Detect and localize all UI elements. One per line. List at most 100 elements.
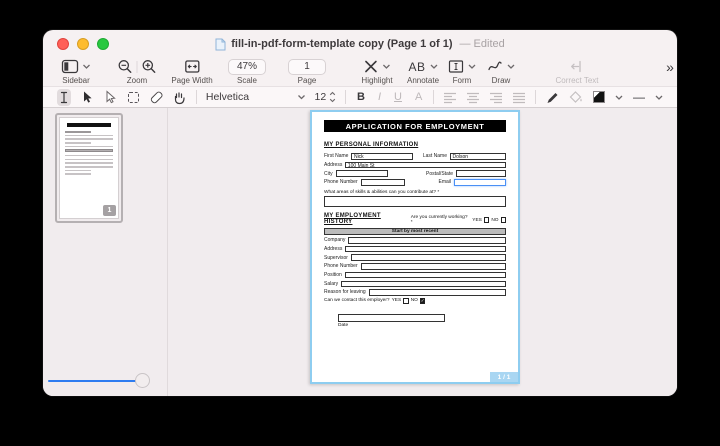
employment-row: Reason for leaving bbox=[324, 289, 506, 296]
employment-row: Salary bbox=[324, 281, 506, 288]
skills-question: What areas of skills & abilities can you… bbox=[324, 190, 506, 195]
toolbar-group-highlight: Highlight bbox=[361, 58, 392, 85]
window-title: fill-in-pdf-form-template copy (Page 1 o… bbox=[231, 38, 452, 50]
emp-phone-label: Phone Number bbox=[324, 263, 358, 269]
address-field[interactable]: 100 Main St bbox=[345, 162, 506, 169]
color-swatch[interactable] bbox=[592, 89, 606, 106]
contact-question: Can we contact this employer? bbox=[324, 298, 390, 303]
annotate-icon[interactable]: AB bbox=[408, 60, 425, 74]
chevron-down-icon[interactable] bbox=[430, 64, 438, 69]
slider-track[interactable] bbox=[48, 380, 138, 383]
page-thumbnail[interactable]: 1 bbox=[55, 113, 123, 223]
bold-button[interactable]: B bbox=[355, 91, 367, 103]
italic-button[interactable]: I bbox=[376, 91, 383, 103]
align-center-icon[interactable] bbox=[466, 89, 480, 106]
working-no-checkbox[interactable] bbox=[501, 217, 506, 223]
sidebar-button[interactable] bbox=[62, 59, 79, 74]
page-number-field[interactable]: 1 bbox=[288, 59, 326, 75]
toolbar-overflow: » bbox=[666, 59, 674, 75]
correct-text-label: Correct Text bbox=[556, 76, 599, 85]
thumbnail-sidebar: 1 bbox=[43, 108, 168, 396]
chevron-down-icon[interactable] bbox=[507, 64, 515, 69]
close-button[interactable] bbox=[57, 38, 69, 50]
employment-table-banner: Start by most recent bbox=[324, 228, 506, 235]
chevron-down-icon[interactable] bbox=[468, 64, 476, 69]
form-icon[interactable] bbox=[448, 59, 464, 74]
eraser-icon[interactable] bbox=[149, 89, 163, 106]
form-title-banner: APPLICATION FOR EMPLOYMENT bbox=[324, 120, 506, 132]
emp-address-label: Address bbox=[324, 246, 342, 252]
hand-tool-icon[interactable] bbox=[172, 89, 187, 106]
align-justify-icon[interactable] bbox=[512, 89, 526, 106]
emp-address-field[interactable] bbox=[345, 246, 506, 253]
date-field[interactable] bbox=[338, 314, 445, 322]
form-label: Form bbox=[453, 76, 472, 85]
supervisor-label: Supervisor bbox=[324, 255, 348, 261]
contact-yes-checkbox[interactable] bbox=[403, 298, 409, 304]
fullscreen-button[interactable] bbox=[97, 38, 109, 50]
line-style-button[interactable]: — bbox=[632, 89, 646, 106]
chevron-down-icon[interactable] bbox=[83, 64, 91, 69]
font-family-select[interactable]: Helvetica bbox=[206, 91, 306, 103]
thumbnail-page-preview: 1 bbox=[59, 117, 119, 219]
position-field[interactable] bbox=[345, 272, 506, 279]
marquee-select-icon[interactable] bbox=[126, 89, 140, 106]
first-name-field[interactable]: Nick bbox=[351, 153, 412, 160]
last-name-label: Last Name bbox=[423, 153, 447, 159]
toolbar-group-form: Form bbox=[448, 58, 476, 85]
city-field[interactable] bbox=[336, 170, 388, 177]
sidebar-label: Sidebar bbox=[62, 76, 90, 85]
phone-field[interactable] bbox=[361, 179, 405, 186]
toolbar-group-draw: Draw bbox=[487, 58, 515, 85]
employment-row: Company bbox=[324, 237, 506, 244]
email-field[interactable] bbox=[454, 179, 506, 186]
highlight-label: Highlight bbox=[361, 76, 392, 85]
correct-text-icon bbox=[569, 59, 585, 74]
page-width-icon[interactable] bbox=[184, 59, 200, 74]
zoom-in-icon[interactable] bbox=[142, 59, 157, 74]
select-cursor-icon[interactable] bbox=[80, 89, 94, 106]
salary-field[interactable] bbox=[341, 281, 506, 288]
chevron-down-icon[interactable] bbox=[382, 64, 390, 69]
thumbnail-size-slider[interactable] bbox=[48, 373, 148, 388]
scale-value-field[interactable]: 47% bbox=[228, 59, 266, 75]
pen-color-icon[interactable] bbox=[545, 89, 559, 106]
slider-knob[interactable] bbox=[135, 373, 150, 388]
skills-field[interactable] bbox=[324, 196, 506, 207]
outline-cursor-icon[interactable] bbox=[103, 89, 117, 106]
employment-row: Position bbox=[324, 272, 506, 279]
document-viewport: APPLICATION FOR EMPLOYMENT MY PERSONAL I… bbox=[168, 108, 677, 396]
chevron-down-icon[interactable] bbox=[655, 95, 663, 100]
first-name-label: First Name bbox=[324, 153, 348, 159]
underline-button[interactable]: U bbox=[392, 91, 404, 103]
thumbnail-page-number: 1 bbox=[103, 205, 116, 216]
city-label: City bbox=[324, 171, 333, 177]
company-field[interactable] bbox=[348, 237, 506, 244]
contact-no-checkbox[interactable]: ✓ bbox=[420, 298, 426, 304]
toolbar-overflow-button[interactable]: » bbox=[666, 59, 674, 75]
strikethrough-button[interactable]: A bbox=[413, 91, 424, 103]
toolbar-group-sidebar: Sidebar bbox=[62, 58, 91, 85]
postal-field[interactable] bbox=[456, 170, 506, 177]
contact-yes-label: YES bbox=[392, 298, 402, 303]
font-size-stepper[interactable]: 12 bbox=[315, 91, 337, 103]
minimize-button[interactable] bbox=[77, 38, 89, 50]
align-right-icon[interactable] bbox=[489, 89, 503, 106]
address-label: Address bbox=[324, 162, 342, 168]
supervisor-field[interactable] bbox=[351, 254, 506, 261]
draw-icon[interactable] bbox=[487, 59, 503, 74]
fill-bucket-icon[interactable] bbox=[568, 89, 583, 106]
date-label: Date bbox=[338, 323, 445, 328]
emp-phone-field[interactable] bbox=[361, 263, 506, 270]
traffic-lights bbox=[57, 38, 109, 50]
chevron-down-icon[interactable] bbox=[615, 95, 623, 100]
draw-label: Draw bbox=[492, 76, 511, 85]
text-tool-ibeam-icon[interactable] bbox=[57, 89, 71, 106]
working-yes-label: YES bbox=[472, 218, 482, 223]
working-yes-checkbox[interactable] bbox=[484, 217, 489, 223]
last-name-field[interactable]: Dolson bbox=[450, 153, 506, 160]
highlight-icon[interactable] bbox=[363, 59, 378, 74]
zoom-out-icon[interactable] bbox=[118, 59, 133, 74]
align-left-icon[interactable] bbox=[443, 89, 457, 106]
reason-field[interactable] bbox=[369, 289, 506, 296]
